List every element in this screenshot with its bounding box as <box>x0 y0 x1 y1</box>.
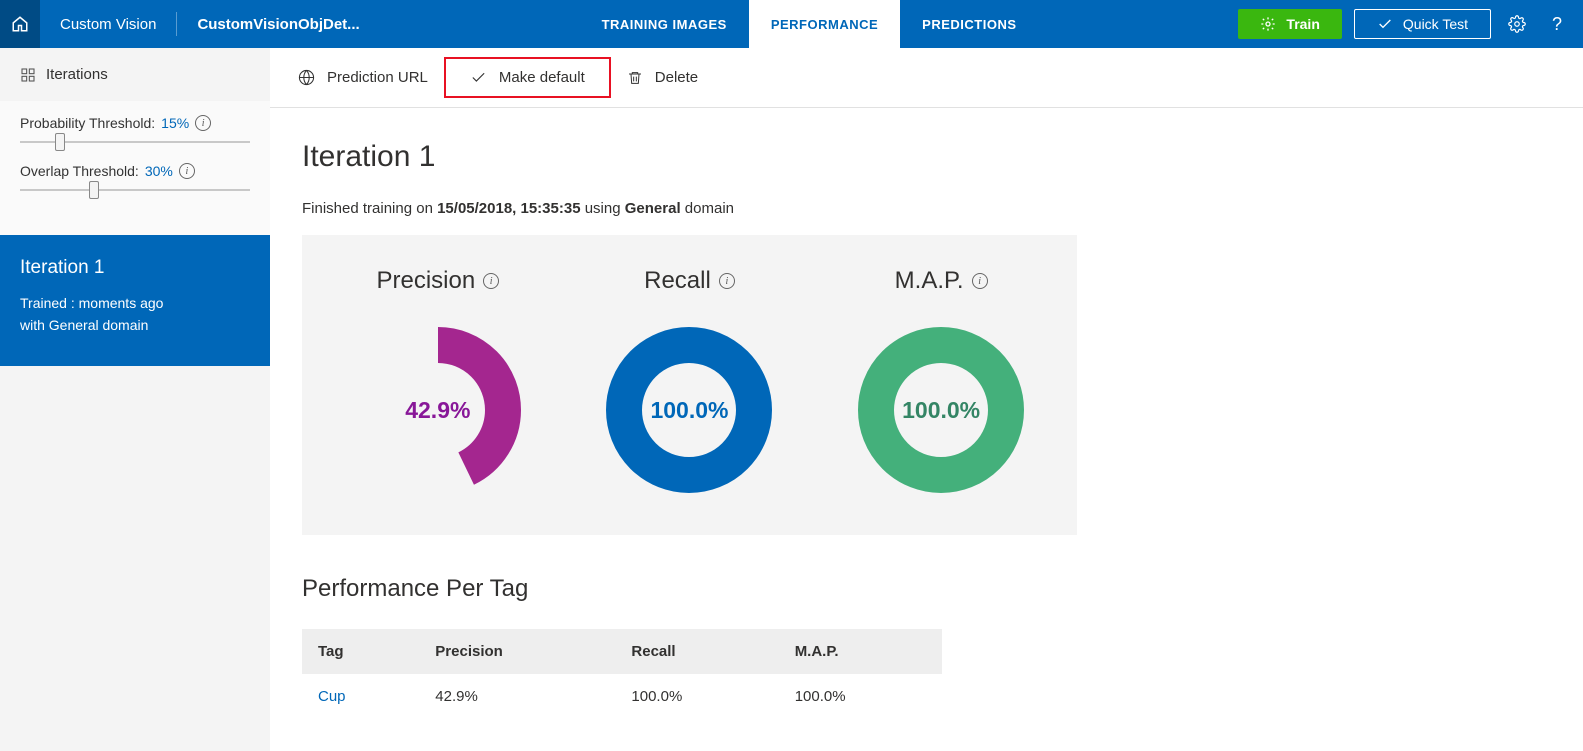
overlap-slider[interactable] <box>20 189 250 191</box>
recall-title: Recall <box>644 267 711 295</box>
metric-recall: Recall i 100.0% <box>604 267 774 495</box>
help-button[interactable]: ? <box>1543 10 1571 38</box>
precision-value: 42.9% <box>353 325 523 495</box>
home-button[interactable] <box>0 0 40 48</box>
iteration-card-meta: Trained : moments ago with General domai… <box>20 293 250 336</box>
main-tabs: TRAINING IMAGES PERFORMANCE PREDICTIONS <box>580 0 1039 48</box>
probability-threshold-label: Probability Threshold: <box>20 115 155 131</box>
iteration-card-title: Iteration 1 <box>20 257 250 279</box>
delete-button[interactable]: Delete <box>627 69 698 86</box>
delete-label: Delete <box>655 69 698 86</box>
main-area: Prediction URL Make default Delete Itera… <box>270 48 1583 751</box>
probability-threshold: Probability Threshold: 15% i <box>20 115 250 143</box>
toolbar: Prediction URL Make default Delete <box>270 48 1583 108</box>
info-icon[interactable]: i <box>483 273 499 289</box>
overlap-threshold-label: Overlap Threshold: <box>20 163 139 179</box>
map-title: M.A.P. <box>895 267 964 295</box>
train-button[interactable]: Train <box>1238 9 1341 39</box>
th-map[interactable]: M.A.P. <box>779 629 942 674</box>
overlap-threshold: Overlap Threshold: 30% i <box>20 163 250 191</box>
settings-button[interactable] <box>1503 10 1531 38</box>
brand-label: Custom Vision <box>40 16 176 33</box>
sidebar-header-label: Iterations <box>46 66 108 83</box>
tab-performance[interactable]: PERFORMANCE <box>749 0 900 48</box>
th-tag[interactable]: Tag <box>302 629 419 674</box>
sidebar-iteration-card[interactable]: Iteration 1 Trained : moments ago with G… <box>0 235 270 366</box>
overlap-threshold-value: 30% <box>145 163 173 179</box>
info-icon[interactable]: i <box>719 273 735 289</box>
precision-ring: 42.9% <box>353 325 523 495</box>
prediction-url-label: Prediction URL <box>327 69 428 86</box>
tab-predictions[interactable]: PREDICTIONS <box>900 0 1038 48</box>
info-icon[interactable]: i <box>972 273 988 289</box>
table-row: Cup 42.9% 100.0% 100.0% <box>302 674 942 719</box>
map-ring: 100.0% <box>856 325 1026 495</box>
probability-slider[interactable] <box>20 141 250 143</box>
recall-value: 100.0% <box>604 325 774 495</box>
home-icon <box>11 15 29 33</box>
question-icon: ? <box>1552 14 1562 35</box>
th-recall[interactable]: Recall <box>615 629 778 674</box>
check-icon <box>1377 16 1393 32</box>
tag-link[interactable]: Cup <box>302 674 419 719</box>
quick-test-button[interactable]: Quick Test <box>1354 9 1491 39</box>
tab-training-images[interactable]: TRAINING IMAGES <box>580 0 749 48</box>
make-default-label: Make default <box>499 69 585 86</box>
per-tag-title: Performance Per Tag <box>302 575 1551 603</box>
cell-precision: 42.9% <box>419 674 615 719</box>
gear-icon <box>1260 16 1276 32</box>
training-status: Finished training on 15/05/2018, 15:35:3… <box>302 200 1551 217</box>
table-header-row: Tag Precision Recall M.A.P. <box>302 629 942 674</box>
content: Iteration 1 Finished training on 15/05/2… <box>270 108 1583 751</box>
page-title: Iteration 1 <box>302 140 1551 174</box>
prediction-url-button[interactable]: Prediction URL <box>298 69 428 86</box>
precision-title: Precision <box>376 267 475 295</box>
metric-map: M.A.P. i 100.0% <box>856 267 1026 495</box>
threshold-panel: Probability Threshold: 15% i Overlap Thr… <box>0 101 270 235</box>
header-actions: Train Quick Test ? <box>1238 9 1583 39</box>
gear-icon <box>1508 15 1526 33</box>
th-precision[interactable]: Precision <box>419 629 615 674</box>
train-button-label: Train <box>1286 16 1319 32</box>
app-header: Custom Vision CustomVisionObjDet... TRAI… <box>0 0 1583 48</box>
recall-ring: 100.0% <box>604 325 774 495</box>
info-icon[interactable]: i <box>179 163 195 179</box>
trash-icon <box>627 70 643 86</box>
metrics-panel: Precision i 42.9% Recall i <box>302 235 1077 535</box>
cell-map: 100.0% <box>779 674 942 719</box>
cell-recall: 100.0% <box>615 674 778 719</box>
iterations-icon <box>20 67 36 83</box>
project-name[interactable]: CustomVisionObjDet... <box>177 16 379 33</box>
probability-threshold-value: 15% <box>161 115 189 131</box>
sidebar-header[interactable]: Iterations <box>0 48 270 101</box>
check-icon <box>470 69 487 86</box>
map-value: 100.0% <box>856 325 1026 495</box>
make-default-button[interactable]: Make default <box>444 57 611 98</box>
info-icon[interactable]: i <box>195 115 211 131</box>
metric-precision: Precision i 42.9% <box>353 267 523 495</box>
quick-test-label: Quick Test <box>1403 16 1468 32</box>
sidebar: Iterations Probability Threshold: 15% i … <box>0 48 270 751</box>
globe-icon <box>298 69 315 86</box>
per-tag-table: Tag Precision Recall M.A.P. Cup 42.9% 10… <box>302 629 942 719</box>
